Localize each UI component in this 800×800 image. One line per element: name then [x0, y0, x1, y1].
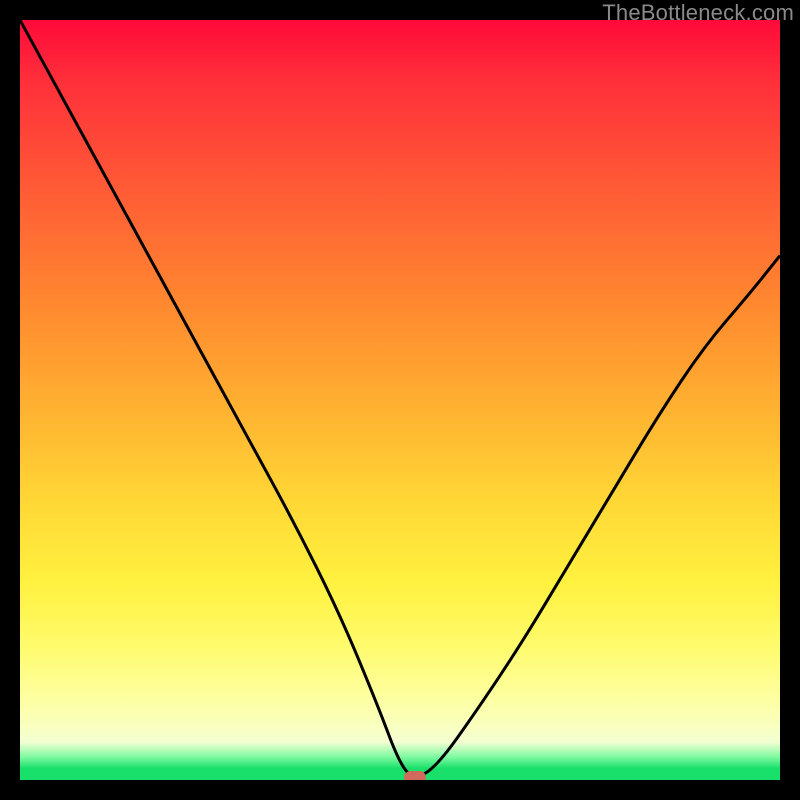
min-marker	[404, 771, 426, 780]
watermark-text: TheBottleneck.com	[602, 0, 794, 26]
plot-area	[20, 20, 780, 780]
chart-frame: TheBottleneck.com	[0, 0, 800, 800]
bottleneck-curve	[20, 20, 780, 780]
curve-path	[20, 20, 780, 776]
